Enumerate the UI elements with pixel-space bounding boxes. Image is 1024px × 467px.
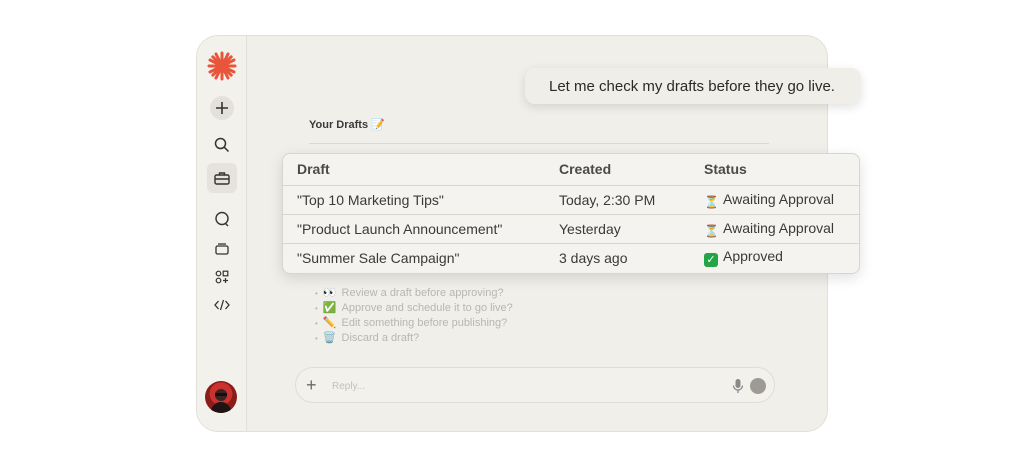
draft-cell: "Summer Sale Campaign" (283, 242, 545, 272)
new-chat-icon[interactable] (209, 96, 234, 120)
created-cell: Today, 2:30 PM (545, 184, 690, 214)
check-icon: ✓ (704, 253, 718, 268)
table-row[interactable]: "Top 10 Marketing Tips" Today, 2:30 PM ⏳… (283, 184, 859, 214)
divider (309, 143, 769, 144)
suggestion-item[interactable]: • 👀 Review a draft before approving? (315, 286, 513, 301)
code-icon[interactable] (209, 292, 235, 318)
status-cell: ⏳ Awaiting Approval (690, 213, 859, 243)
table-row[interactable]: "Summer Sale Campaign" 3 days ago ✓ Appro… (283, 242, 859, 272)
suggestion-text: Approve and schedule it to go live? (341, 302, 513, 314)
suggestion-icon: 👀 (322, 287, 337, 299)
status-text: Approved (723, 248, 783, 265)
draft-cell: "Product Launch Announcement" (283, 213, 545, 243)
sidebar (197, 36, 247, 431)
suggestion-list: • 👀 Review a draft before approving? • ✅ App… (315, 286, 513, 346)
status-text: Awaiting Approval (723, 190, 835, 207)
column-header-status: Status (704, 161, 747, 178)
reply-input[interactable] (332, 377, 692, 395)
avatar[interactable] (205, 381, 237, 413)
suggestion-text: Review a draft before approving? (341, 287, 504, 299)
created-cell: 3 days ago (545, 242, 690, 272)
status-cell: ⏳ Awaiting Approval (690, 184, 859, 214)
hourglass-icon: ⏳ (704, 223, 719, 238)
composer: + (295, 367, 775, 403)
toolbox-icon[interactable] (206, 163, 237, 193)
suggestion-icon: ✏️ (322, 317, 337, 329)
drafts-table: Draft Created Status "Top 10 Marketing T… (283, 154, 859, 272)
user-message-text: Let me check my drafts before they go li… (549, 77, 835, 95)
voice-mode-icon[interactable] (750, 378, 766, 394)
suggestion-item[interactable]: • 🗑️ Discard a draft? (315, 331, 513, 346)
drafts-table-card: Draft Created Status "Top 10 Marketing T… (282, 153, 860, 274)
draft-cell: "Top 10 Marketing Tips" (283, 184, 545, 214)
suggestion-text: Discard a draft? (341, 332, 420, 344)
attach-plus-icon[interactable]: + (306, 376, 317, 394)
drafts-section-title: Your Drafts 📝 (309, 119, 385, 131)
suggestion-icon: 🗑️ (322, 332, 337, 344)
column-header-created: Created (559, 161, 612, 178)
logo-icon[interactable] (206, 50, 238, 82)
suggestion-item[interactable]: • ✏️ Edit something before publishing? (315, 316, 513, 331)
column-header-draft: Draft (297, 161, 330, 178)
microphone-icon[interactable] (732, 378, 744, 394)
status-text: Awaiting Approval (723, 219, 835, 236)
apps-icon[interactable] (209, 264, 235, 290)
hourglass-icon: ⏳ (704, 194, 719, 209)
search-icon[interactable] (209, 132, 235, 158)
status-cell: ✓ Approved (690, 242, 859, 272)
suggestion-icon: ✅ (322, 302, 337, 314)
suggestion-item[interactable]: • ✅ Approve and schedule it to go live? (315, 301, 513, 316)
created-cell: Yesterday (545, 213, 690, 243)
suggestion-text: Edit something before publishing? (341, 317, 508, 329)
chat-icon[interactable] (209, 206, 235, 232)
table-row[interactable]: "Product Launch Announcement" Yesterday … (283, 213, 859, 243)
table-header-row: Draft Created Status (283, 154, 859, 185)
user-message-bubble: Let me check my drafts before they go li… (525, 68, 861, 104)
layers-icon[interactable] (209, 236, 235, 262)
